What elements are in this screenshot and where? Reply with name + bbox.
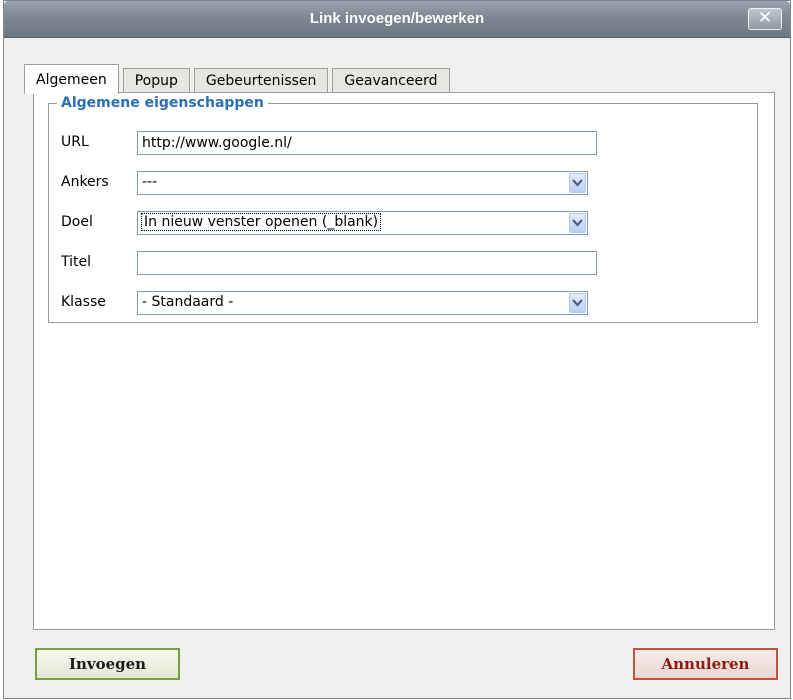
anchors-value: --- (142, 174, 158, 190)
tab-popup[interactable]: Popup (122, 68, 190, 93)
anchors-select[interactable]: --- (137, 171, 588, 195)
class-dropdown-arrow[interactable] (569, 293, 586, 313)
insert-button[interactable]: Invoegen (35, 648, 180, 680)
class-label: Klasse (61, 294, 106, 310)
target-label: Doel (61, 214, 93, 230)
chevron-down-icon (572, 219, 583, 227)
target-dropdown-arrow[interactable] (569, 213, 586, 233)
title-bar[interactable]: Link invoegen/bewerken ✕ (4, 1, 790, 38)
class-select[interactable]: - Standaard - (137, 291, 588, 315)
close-icon: ✕ (757, 8, 773, 28)
title-label: Titel (61, 254, 92, 270)
chevron-down-icon (572, 299, 583, 307)
target-select[interactable]: In nieuw venster openen (_blank) (137, 211, 588, 235)
target-value: In nieuw venster openen (_blank) (140, 213, 382, 231)
dialog-title: Link invoegen/bewerken (309, 10, 485, 27)
url-label: URL (61, 134, 89, 150)
chevron-down-icon (572, 179, 583, 187)
cancel-button[interactable]: Annuleren (633, 648, 778, 680)
general-properties-legend: Algemene eigenschappen (61, 95, 264, 111)
title-input[interactable] (137, 251, 597, 275)
url-input[interactable]: http://www.google.nl/ (137, 131, 597, 155)
tab-bar: Algemeen Popup Gebeurtenissen Geavanceer… (24, 63, 454, 94)
tab-panel-general: Algemene eigenschappen URL http://www.go… (33, 92, 775, 630)
anchors-dropdown-arrow[interactable] (569, 173, 586, 193)
class-value: - Standaard - (142, 294, 234, 310)
anchors-label: Ankers (61, 174, 109, 190)
tab-general[interactable]: Algemeen (24, 64, 119, 94)
tab-events[interactable]: Gebeurtenissen (193, 68, 329, 93)
close-button[interactable]: ✕ (748, 8, 782, 30)
tab-advanced[interactable]: Geavanceerd (332, 68, 450, 93)
general-properties-group: Algemene eigenschappen (48, 95, 758, 323)
